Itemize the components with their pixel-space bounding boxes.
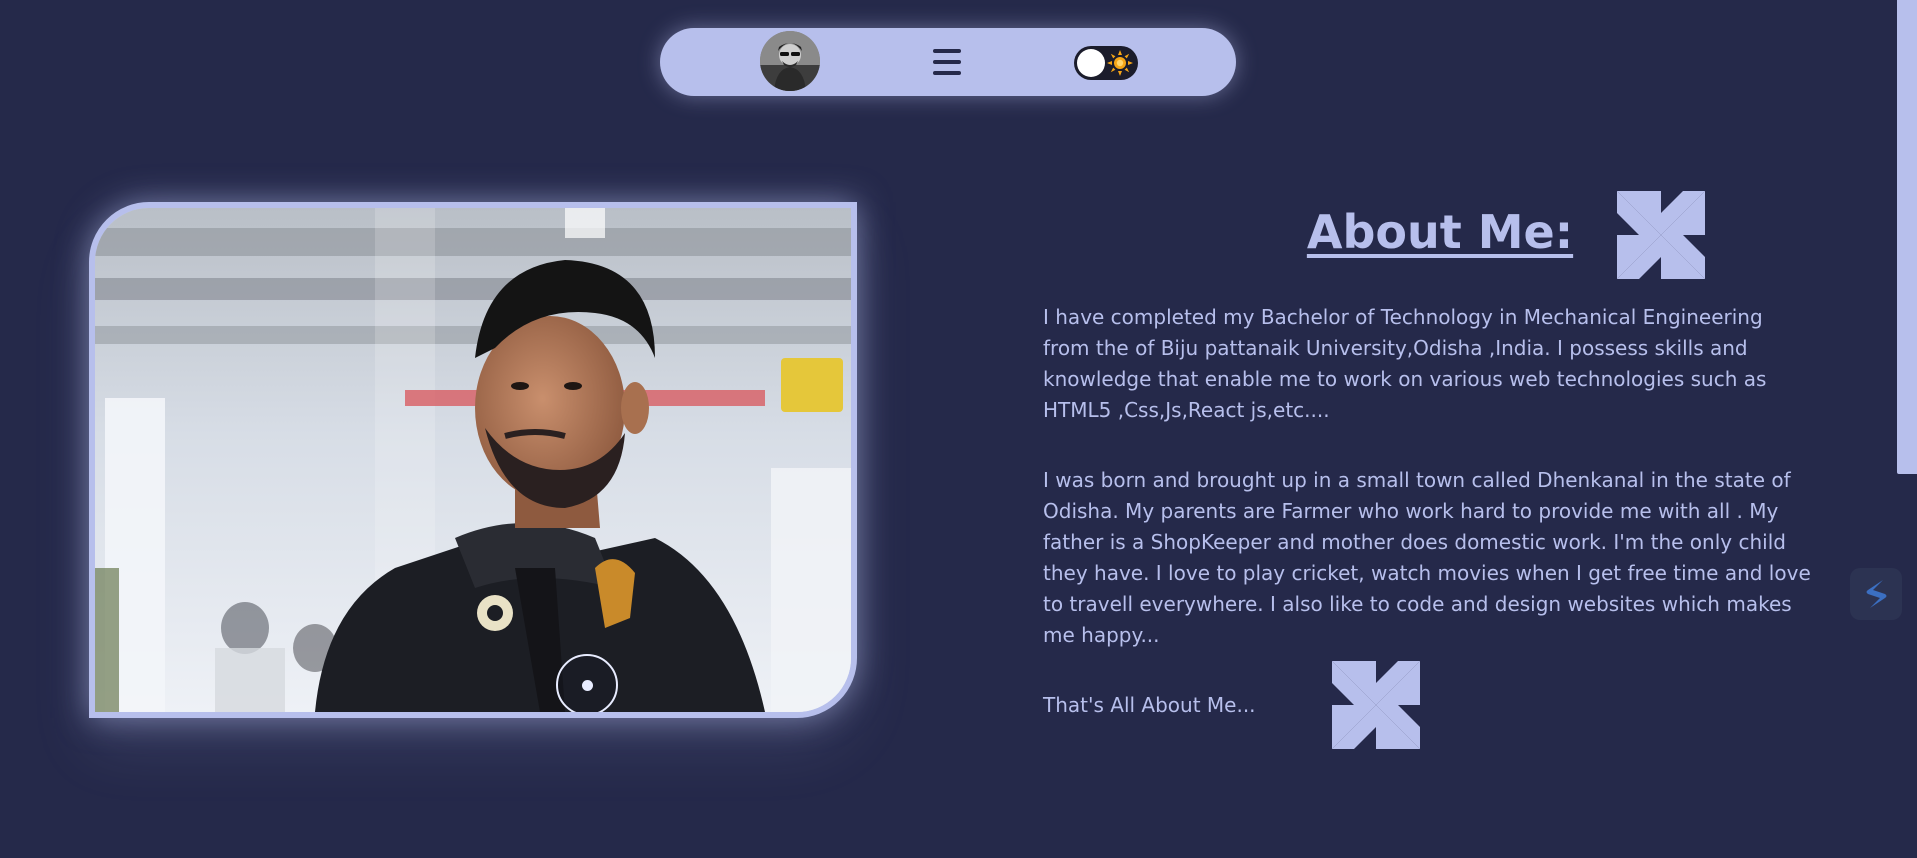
hamburger-menu-icon[interactable]	[930, 46, 964, 78]
disc-icon[interactable]	[556, 654, 618, 712]
about-paragraph-personal: I was born and brought up in a small tow…	[1043, 468, 1811, 647]
scrollbar[interactable]	[1897, 0, 1917, 858]
about-title: About Me:	[1306, 205, 1574, 259]
about-closing-text: That's All About Me...	[1043, 693, 1256, 717]
about-paragraph-education: I have completed my Bachelor of Technolo…	[1043, 305, 1767, 422]
pinwheel-icon	[1617, 191, 1705, 279]
sun-icon	[1107, 50, 1133, 76]
stack-logo-icon[interactable]	[1850, 568, 1902, 620]
theme-toggle[interactable]	[1074, 46, 1138, 80]
scrollbar-thumb[interactable]	[1897, 0, 1917, 474]
toggle-knob	[1077, 49, 1105, 77]
top-navigation	[660, 28, 1236, 96]
profile-photo	[89, 202, 857, 718]
profile-avatar[interactable]	[760, 31, 820, 91]
pinwheel-icon	[1332, 661, 1420, 749]
